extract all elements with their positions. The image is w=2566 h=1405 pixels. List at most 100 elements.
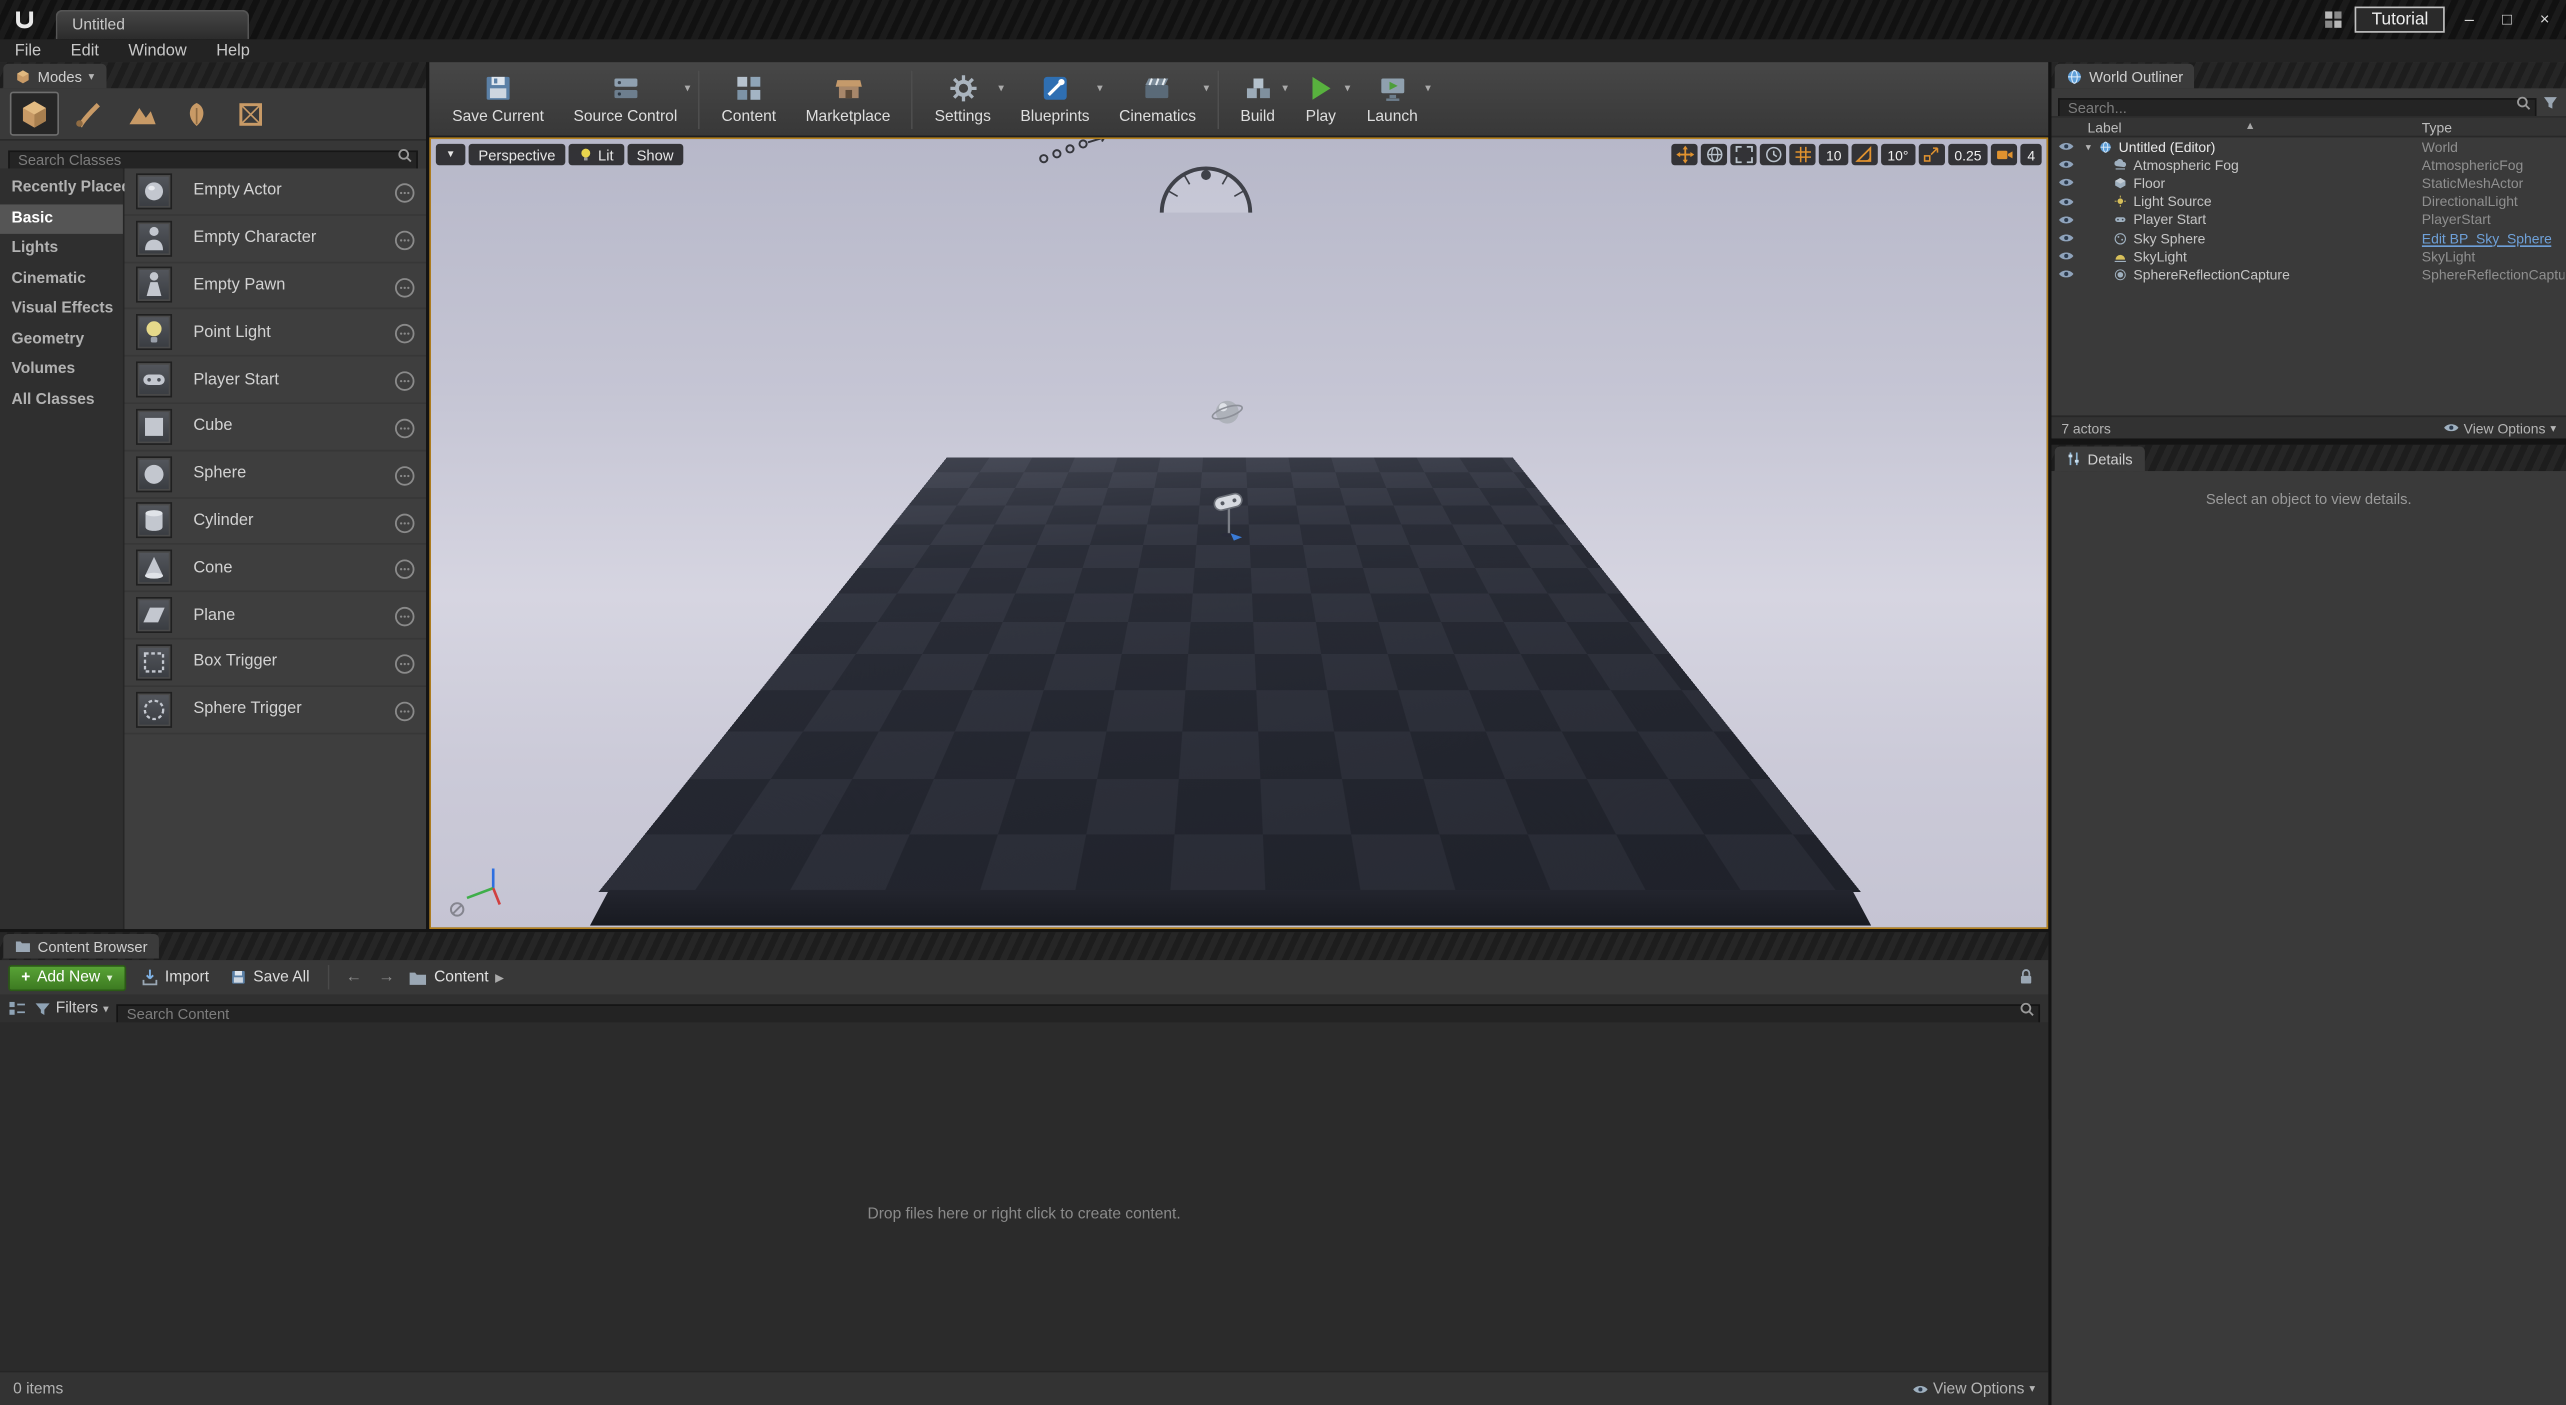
marketplace-button[interactable]: Marketplace <box>791 65 905 134</box>
sort-asc-icon[interactable]: ▲ <box>2245 121 2256 132</box>
scale-snap-value[interactable]: 0.25 <box>1948 144 1988 165</box>
visibility-eye-icon[interactable] <box>2051 214 2080 225</box>
dropdown-caret-icon[interactable]: ▾ <box>1282 81 1288 94</box>
light-direction-widget[interactable] <box>1034 137 1108 165</box>
visibility-eye-icon[interactable] <box>2051 159 2080 170</box>
item-cube[interactable]: Cube <box>125 404 426 451</box>
item-sphere-trigger[interactable]: Sphere Trigger <box>125 687 426 734</box>
world-outliner-tab[interactable]: World Outliner <box>2055 64 2195 89</box>
category-basic[interactable]: Basic <box>0 204 123 234</box>
rotation-snap-value[interactable]: 10° <box>1881 144 1915 165</box>
place-mode-button[interactable] <box>10 92 59 136</box>
drag-grip-icon[interactable] <box>393 464 416 487</box>
outliner-view-options-button[interactable]: View Options ▾ <box>2442 420 2556 436</box>
content-view-options-button[interactable]: View Options ▾ <box>1912 1380 2035 1398</box>
category-recently-placed[interactable]: Recently Placed <box>0 173 123 203</box>
blueprints-button[interactable]: Blueprints ▾ <box>1006 65 1105 134</box>
item-box-trigger[interactable]: Box Trigger <box>125 639 426 686</box>
document-tab[interactable]: Untitled <box>56 10 249 39</box>
drag-grip-icon[interactable] <box>393 605 416 628</box>
breadcrumb[interactable]: Content ▶ <box>408 968 504 986</box>
build-button[interactable]: Build ▾ <box>1226 65 1290 134</box>
category-volumes[interactable]: Volumes <box>0 355 123 385</box>
column-label[interactable]: Label <box>2088 119 2122 135</box>
move-tool-button[interactable] <box>1672 144 1698 165</box>
landscape-mode-button[interactable] <box>118 92 167 136</box>
breadcrumb-arrow-icon[interactable]: ▶ <box>495 971 504 984</box>
outliner-row[interactable]: Player Start PlayerStart <box>2051 211 2566 229</box>
item-plane[interactable]: Plane <box>125 592 426 639</box>
drag-grip-icon[interactable] <box>393 417 416 440</box>
column-type[interactable]: Type <box>2422 119 2452 135</box>
play-button[interactable]: Play ▾ <box>1290 65 1352 134</box>
viewport-options-button[interactable]: ▼ <box>436 144 465 165</box>
outliner-column-header[interactable]: Label ▲ Type <box>2051 116 2566 137</box>
outliner-row[interactable]: SphereReflectionCapture SphereReflection… <box>2051 265 2566 283</box>
modes-tab[interactable]: Modes ▾ <box>3 64 105 89</box>
geometry-mode-button[interactable] <box>226 92 275 136</box>
tutorial-button[interactable]: Tutorial <box>2355 7 2445 33</box>
foliage-mode-button[interactable] <box>172 92 221 136</box>
cinematics-button[interactable]: Cinematics ▾ <box>1104 65 1211 134</box>
drag-grip-icon[interactable] <box>393 182 416 205</box>
outliner-row[interactable]: Floor StaticMeshActor <box>2051 174 2566 192</box>
menu-window[interactable]: Window <box>114 42 202 60</box>
item-player-start[interactable]: Player Start <box>125 357 426 404</box>
visibility-eye-icon[interactable] <box>2051 177 2080 188</box>
realtime-button[interactable] <box>1760 144 1786 165</box>
category-cinematic[interactable]: Cinematic <box>0 264 123 294</box>
content-button[interactable]: Content <box>707 65 791 134</box>
drag-grip-icon[interactable] <box>393 653 416 676</box>
menu-edit[interactable]: Edit <box>56 42 114 60</box>
camera-speed-button[interactable] <box>1991 144 2017 165</box>
item-empty-pawn[interactable]: Empty Pawn <box>125 263 426 310</box>
viewport[interactable]: ▼ Perspective Lit Show 10 10° 0.25 <box>429 137 2048 929</box>
close-button[interactable]: × <box>2532 11 2558 29</box>
outliner-row[interactable]: Sky Sphere Edit BP_Sky_Sphere <box>2051 229 2566 247</box>
menu-help[interactable]: Help <box>201 42 264 60</box>
item-sphere[interactable]: Sphere <box>125 451 426 498</box>
outliner-row[interactable]: SkyLight SkyLight <box>2051 247 2566 265</box>
maximize-button[interactable]: □ <box>2494 11 2520 29</box>
category-all-classes[interactable]: All Classes <box>0 385 123 415</box>
perspective-button[interactable]: Perspective <box>469 144 566 165</box>
launch-button[interactable]: Launch ▾ <box>1352 65 1433 134</box>
world-coordinate-button[interactable] <box>1701 144 1727 165</box>
outliner-filter-icon[interactable] <box>2541 93 2559 111</box>
drag-grip-icon[interactable] <box>393 276 416 299</box>
dropdown-caret-icon[interactable]: ▾ <box>685 81 691 94</box>
item-empty-actor[interactable]: Empty Actor <box>125 168 426 215</box>
grid-snap-value[interactable]: 10 <box>1819 144 1848 165</box>
back-button[interactable]: ← <box>342 968 365 986</box>
drag-grip-icon[interactable] <box>393 229 416 252</box>
item-point-light[interactable]: Point Light <box>125 310 426 357</box>
save-current-button[interactable]: Save Current <box>437 65 558 134</box>
add-new-button[interactable]: + Add New ▾ <box>8 964 125 990</box>
filters-button[interactable]: Filters ▾ <box>34 999 108 1017</box>
settings-button[interactable]: Settings ▾ <box>920 65 1006 134</box>
player-start-actor[interactable] <box>1208 489 1251 548</box>
visibility-eye-icon[interactable] <box>2051 269 2080 280</box>
dropdown-caret-icon[interactable]: ▾ <box>1097 81 1103 94</box>
view-mode-icon[interactable] <box>8 999 26 1017</box>
camera-speed-value[interactable]: 4 <box>2021 144 2042 165</box>
dropdown-caret-icon[interactable]: ▾ <box>1203 81 1209 94</box>
breadcrumb-content[interactable]: Content <box>434 968 489 986</box>
dropdown-caret-icon[interactable]: ▾ <box>1425 81 1431 94</box>
visibility-eye-icon[interactable] <box>2051 251 2080 262</box>
dock-lock-icon[interactable] <box>2017 967 2035 987</box>
paint-mode-button[interactable] <box>64 92 113 136</box>
content-browser-tab[interactable]: Content Browser <box>3 934 159 959</box>
grid-snap-button[interactable] <box>1790 144 1816 165</box>
minimize-button[interactable]: – <box>2456 11 2482 29</box>
details-tab[interactable]: Details <box>2055 447 2144 472</box>
outliner-row[interactable]: Light Source DirectionalLight <box>2051 192 2566 210</box>
visibility-eye-icon[interactable] <box>2051 196 2080 207</box>
layout-icon[interactable] <box>2324 10 2344 30</box>
category-visual-effects[interactable]: Visual Effects <box>0 294 123 324</box>
import-button[interactable]: Import <box>135 968 214 986</box>
category-lights[interactable]: Lights <box>0 234 123 264</box>
reflection-capture-gizmo[interactable] <box>1209 394 1245 430</box>
sun-widget[interactable] <box>1149 157 1264 219</box>
drag-grip-icon[interactable] <box>393 323 416 346</box>
